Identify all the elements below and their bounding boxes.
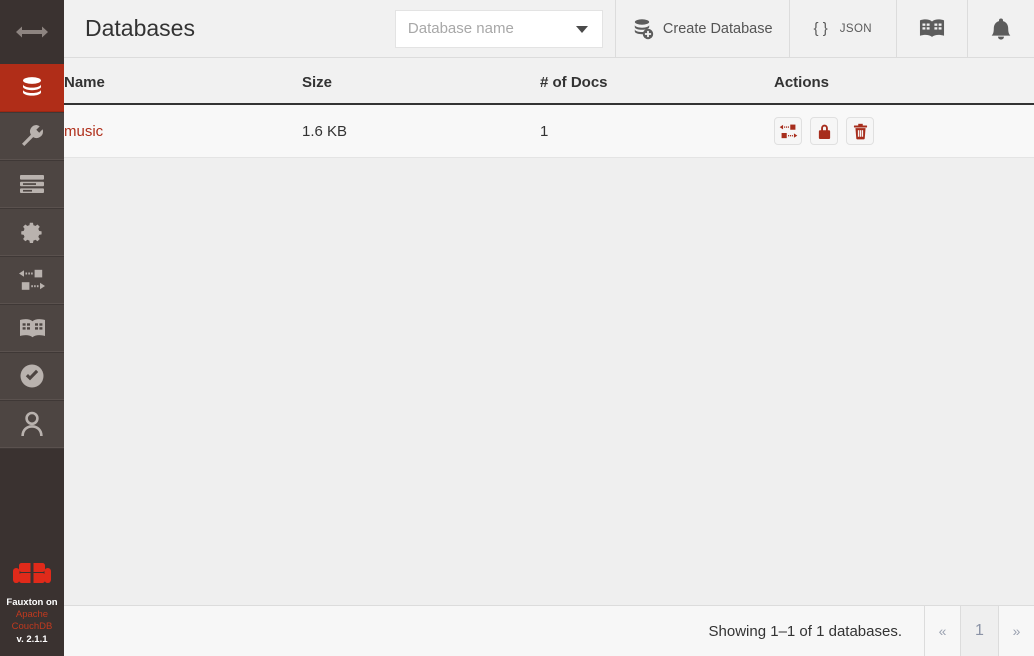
- apache-label: Apache: [15, 609, 49, 620]
- chevron-down-icon[interactable]: [575, 25, 588, 33]
- create-database-label: Create Database: [662, 20, 773, 37]
- cell-database-actions: [774, 104, 1034, 158]
- cell-database-docs: 1: [540, 104, 774, 158]
- replication-icon: [18, 269, 46, 291]
- column-header-docs[interactable]: # of Docs: [540, 58, 774, 105]
- create-database-button[interactable]: Create Database: [614, 0, 789, 57]
- pagination: « 1 »: [924, 606, 1034, 656]
- column-header-actions: Actions: [774, 58, 1034, 105]
- gear-icon: [20, 220, 45, 245]
- user-icon: [20, 411, 44, 437]
- table-body: music 1.6 KB 1: [64, 104, 1034, 158]
- couchdb-label: CouchDB: [11, 621, 53, 632]
- check-circle-icon: [19, 363, 45, 389]
- table-header-row: Name Size # of Docs Actions: [64, 58, 1034, 105]
- fauxton-label: Fauxton on: [6, 597, 58, 608]
- pagination-page-1[interactable]: 1: [960, 606, 998, 656]
- book-icon: [919, 17, 945, 40]
- bell-icon: [990, 17, 1012, 41]
- fauxton-app: Fauxton on Apache CouchDB v. 2.1.1 Datab…: [0, 0, 1034, 656]
- wrench-icon: [19, 123, 45, 149]
- documentation-button[interactable]: [896, 0, 967, 57]
- replicate-database-button[interactable]: [774, 117, 802, 145]
- database-plus-icon: [632, 18, 654, 40]
- search-placeholder: Database name: [407, 20, 514, 37]
- pagination-first[interactable]: «: [924, 606, 960, 656]
- database-link-music[interactable]: music: [64, 123, 103, 140]
- showing-count: Showing 1–1 of 1 databases.: [708, 622, 902, 640]
- table-footer: Showing 1–1 of 1 databases. « 1 »: [64, 605, 1034, 656]
- delete-database-button[interactable]: [846, 117, 874, 145]
- column-header-name[interactable]: Name: [64, 58, 302, 105]
- row-actions: [774, 117, 1034, 145]
- databases-table: Name Size # of Docs Actions music 1.6 KB…: [64, 58, 1034, 158]
- page-title: Databases: [85, 15, 195, 41]
- sidebar-item-account[interactable]: [0, 400, 64, 448]
- database-permissions-button[interactable]: [810, 117, 838, 145]
- sidebar-item-active-tasks[interactable]: [0, 160, 64, 208]
- sidebar-item-databases[interactable]: [0, 64, 64, 112]
- sidebar-item-verify[interactable]: [0, 352, 64, 400]
- table-row: music 1.6 KB 1: [64, 104, 1034, 158]
- main-area: Databases Database name Create Database …: [64, 0, 1034, 656]
- arrows-horizontal-icon: [15, 24, 49, 40]
- topbar: Databases Database name Create Database …: [64, 0, 1034, 58]
- lock-icon: [817, 123, 832, 140]
- pagination-last[interactable]: »: [998, 606, 1034, 656]
- server-list-icon: [19, 174, 45, 194]
- json-label: JSON: [839, 22, 872, 35]
- sidebar-item-replication[interactable]: [0, 256, 64, 304]
- version-label: v. 2.1.1: [16, 634, 48, 645]
- couch-logo: [4, 559, 60, 589]
- column-header-size[interactable]: Size: [302, 58, 540, 105]
- sidebar-toggle[interactable]: [0, 0, 64, 64]
- database-stack-icon: [19, 75, 45, 101]
- book-icon: [19, 317, 46, 340]
- sidebar-spacer: [0, 448, 64, 559]
- search-wrapper: Database name: [394, 0, 615, 57]
- databases-content: Name Size # of Docs Actions music 1.6 KB…: [64, 58, 1034, 605]
- sidebar-item-configuration[interactable]: [0, 208, 64, 256]
- table-head: Name Size # of Docs Actions: [64, 58, 1034, 105]
- sidebar-item-setup[interactable]: [0, 112, 64, 160]
- sidebar-item-documentation[interactable]: [0, 304, 64, 352]
- cell-database-name: music: [64, 104, 302, 158]
- trash-icon: [853, 123, 868, 140]
- cell-database-size: 1.6 KB: [302, 104, 540, 158]
- notifications-button[interactable]: [967, 0, 1034, 57]
- sidebar-footer: Fauxton on Apache CouchDB v. 2.1.1: [0, 559, 64, 656]
- json-button[interactable]: { } JSON: [788, 0, 896, 57]
- json-icon: { }: [813, 20, 828, 37]
- sidebar: Fauxton on Apache CouchDB v. 2.1.1: [0, 0, 64, 656]
- replication-icon: [779, 124, 798, 139]
- database-search-input[interactable]: Database name: [394, 9, 603, 48]
